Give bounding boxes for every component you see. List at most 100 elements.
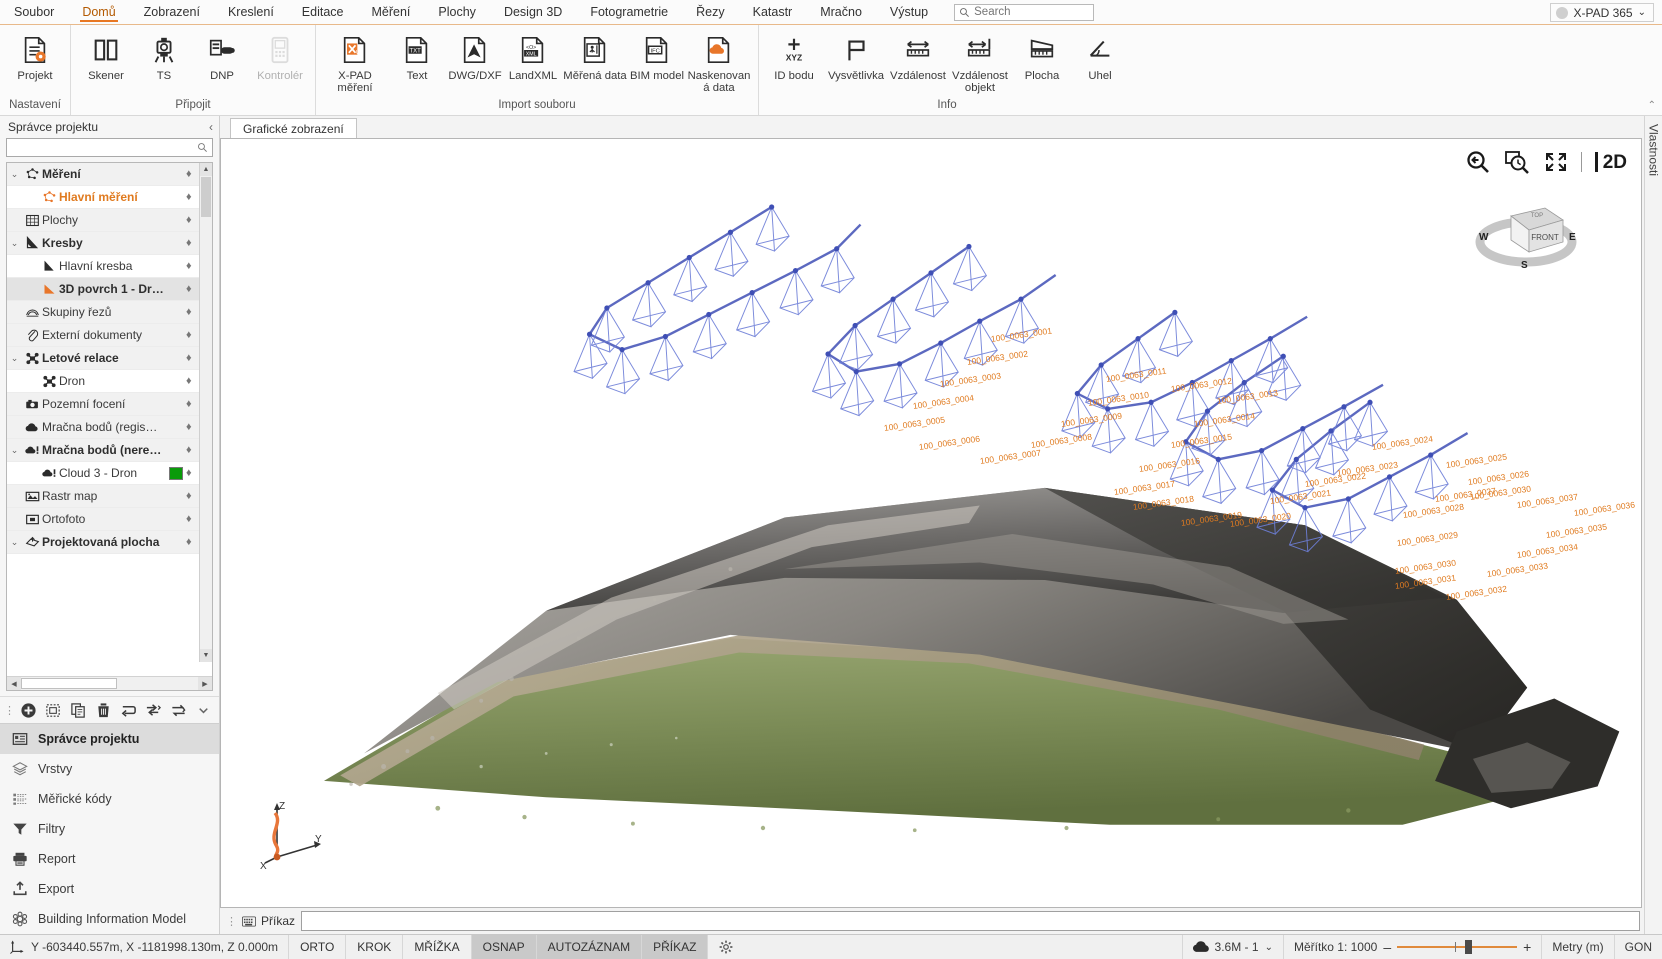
sidebar-item-building-information-model[interactable]: Building Information Model xyxy=(0,904,219,934)
properties-rail[interactable]: Vlastnosti xyxy=(1644,116,1662,934)
ribbon-button-plocha[interactable]: Plocha xyxy=(1013,28,1071,82)
command-input[interactable] xyxy=(301,911,1640,931)
scroll-down-icon[interactable]: ▼ xyxy=(200,649,212,662)
menu-zobrazen-[interactable]: Zobrazení xyxy=(130,0,214,24)
tree-item[interactable]: Externí dokumenty ♦ xyxy=(7,324,199,347)
ribbon-button-m-en-data[interactable]: Měřená data xyxy=(562,28,628,82)
tree-item[interactable]: Ortofoto ♦ xyxy=(7,508,199,531)
status-toggle-krok[interactable]: KROK xyxy=(345,935,402,959)
move-to-button[interactable] xyxy=(117,699,139,721)
collapse-panel-icon[interactable]: ‹ xyxy=(209,120,213,134)
units-selector[interactable]: Metry (m) xyxy=(1541,935,1613,959)
convert-button[interactable] xyxy=(142,699,164,721)
menu-mra-no[interactable]: Mračno xyxy=(806,0,876,24)
tree-item[interactable]: ⌄ Kresby ♦ xyxy=(7,232,199,255)
menu-v-stup[interactable]: Výstup xyxy=(876,0,942,24)
hscroll-track[interactable] xyxy=(21,677,198,690)
settings-button[interactable] xyxy=(707,935,744,959)
hscrollbar-thumb[interactable] xyxy=(21,678,117,689)
refresh-button[interactable] xyxy=(167,699,189,721)
sidebar-item-vrstvy[interactable]: Vrstvy xyxy=(0,754,219,784)
tree-filter-input[interactable] xyxy=(11,141,197,154)
zoom-in-button[interactable]: + xyxy=(1523,939,1531,955)
ribbon-button-projekt[interactable]: Projekt xyxy=(6,28,64,82)
ribbon-button-dwg-dxf[interactable]: DWG/DXF xyxy=(446,28,504,82)
tree-item[interactable]: Hlavní měření ♦ xyxy=(7,186,199,209)
ribbon-collapse-icon[interactable]: ⌃ xyxy=(1648,100,1656,111)
tree-item[interactable]: ⌄ Letové relace ♦ xyxy=(7,347,199,370)
visibility-toggle-icon[interactable]: ♦ xyxy=(186,421,195,433)
view-2d-button[interactable]: 2D xyxy=(1594,151,1627,173)
status-toggle-orto[interactable]: ORTO xyxy=(288,935,345,959)
ribbon-button-uhel[interactable]: Uhel xyxy=(1071,28,1129,82)
sidebar-item-filtry[interactable]: Filtry xyxy=(0,814,219,844)
zoom-slider[interactable] xyxy=(1397,940,1518,954)
slider-knob[interactable] xyxy=(1465,940,1473,954)
ribbon-button-naskenovan-data[interactable]: Naskenovaná data xyxy=(686,28,752,94)
ribbon-button-dnp[interactable]: DNP xyxy=(193,28,251,82)
tree-item[interactable]: Pozemní focení ♦ xyxy=(7,393,199,416)
expand-collapse-icon[interactable]: ⌄ xyxy=(7,238,22,249)
scale-control[interactable]: Měřítko 1: 1000 – + xyxy=(1282,935,1541,959)
visibility-toggle-icon[interactable]: ♦ xyxy=(186,168,195,180)
command-grip[interactable]: ⋮ xyxy=(226,915,237,928)
angle-units-selector[interactable]: GON xyxy=(1613,935,1662,959)
visibility-toggle-icon[interactable]: ♦ xyxy=(186,306,195,318)
tree-item[interactable]: 3D povrch 1 - Dr… ♦ xyxy=(7,278,199,301)
tree-item[interactable]: Mračna bodů (regis… ♦ xyxy=(7,416,199,439)
menu-dom-[interactable]: Domů xyxy=(68,0,129,24)
tree-item[interactable]: Plochy ♦ xyxy=(7,209,199,232)
visibility-toggle-icon[interactable]: ♦ xyxy=(186,490,195,502)
delete-button[interactable] xyxy=(92,699,114,721)
tree-item[interactable]: Rastr map ♦ xyxy=(7,485,199,508)
menu-kreslen-[interactable]: Kreslení xyxy=(214,0,288,24)
tree-item[interactable]: ⌄ Mračna bodů (nere… ♦ xyxy=(7,439,199,462)
menu-m-en-[interactable]: Měření xyxy=(358,0,425,24)
expand-collapse-icon[interactable]: ⌄ xyxy=(7,353,22,364)
expand-collapse-icon[interactable]: ⌄ xyxy=(7,169,22,180)
visibility-toggle-icon[interactable]: ♦ xyxy=(186,191,195,203)
scroll-right-icon[interactable]: ▶ xyxy=(198,677,212,690)
cut-button[interactable] xyxy=(42,699,64,721)
visibility-toggle-icon[interactable]: ♦ xyxy=(186,375,195,387)
expand-collapse-icon[interactable]: ⌄ xyxy=(7,537,22,548)
ribbon-button-ts[interactable]: TS xyxy=(135,28,193,82)
scroll-up-icon[interactable]: ▲ xyxy=(200,163,212,176)
tree-item[interactable]: Skupiny řezů ♦ xyxy=(7,301,199,324)
ribbon-button-vysv-tlivka[interactable]: Vysvětlivka xyxy=(823,28,889,82)
zoom-window-icon[interactable] xyxy=(1504,149,1531,175)
ribbon-button-skener[interactable]: Skener xyxy=(77,28,135,82)
visibility-toggle-icon[interactable]: ♦ xyxy=(186,467,195,479)
visibility-toggle-icon[interactable]: ♦ xyxy=(186,513,195,525)
pointcloud-count[interactable]: 3.6M - 1 ⌄ xyxy=(1181,935,1283,959)
zoom-out-button[interactable]: – xyxy=(1383,939,1391,955)
menu-plochy[interactable]: Plochy xyxy=(424,0,490,24)
menu-fotogrametrie[interactable]: Fotogrametrie xyxy=(576,0,682,24)
menu-soubor[interactable]: Soubor xyxy=(0,0,68,24)
ribbon-button-vzd-lenost[interactable]: Vzdálenost xyxy=(889,28,947,82)
status-toggle-osnap[interactable]: OSNAP xyxy=(470,935,536,959)
color-swatch[interactable] xyxy=(169,466,183,480)
scrollbar-thumb[interactable] xyxy=(201,177,211,217)
tree-item[interactable]: Hlavní kresba ♦ xyxy=(7,255,199,278)
ribbon-button-x-pad-m-en-[interactable]: U X-PAD měření xyxy=(322,28,388,94)
view-cube[interactable]: FRONT TOP W E S xyxy=(1471,194,1581,274)
tree-item[interactable]: Cloud 3 - Dron ♦ xyxy=(7,462,199,485)
menu-design-3d[interactable]: Design 3D xyxy=(490,0,576,24)
ribbon-button-text[interactable]: TXT Text xyxy=(388,28,446,82)
menu--ezy[interactable]: Řezy xyxy=(682,0,738,24)
menu-editace[interactable]: Editace xyxy=(288,0,358,24)
visibility-toggle-icon[interactable]: ♦ xyxy=(186,260,195,272)
account-chip[interactable]: X-PAD 365 ⌄ xyxy=(1550,3,1654,22)
more-button[interactable] xyxy=(192,699,214,721)
scroll-left-icon[interactable]: ◀ xyxy=(7,677,21,690)
tree-horizontal-scrollbar[interactable]: ◀ ▶ xyxy=(7,676,212,690)
status-toggle-p-kaz[interactable]: PŘÍKAZ xyxy=(641,935,708,959)
ribbon-button-bim-model[interactable]: IFC BIM model xyxy=(628,28,686,82)
ribbon-button-landxml[interactable]: <O> XML LandXML xyxy=(504,28,562,82)
zoom-extents-icon[interactable] xyxy=(1544,150,1568,174)
visibility-toggle-icon[interactable]: ♦ xyxy=(186,237,195,249)
visibility-toggle-icon[interactable]: ♦ xyxy=(186,329,195,341)
tree-item[interactable]: ⌄ Měření ♦ xyxy=(7,163,199,186)
tab-graficke-zobrazeni[interactable]: Grafické zobrazení xyxy=(230,118,357,138)
